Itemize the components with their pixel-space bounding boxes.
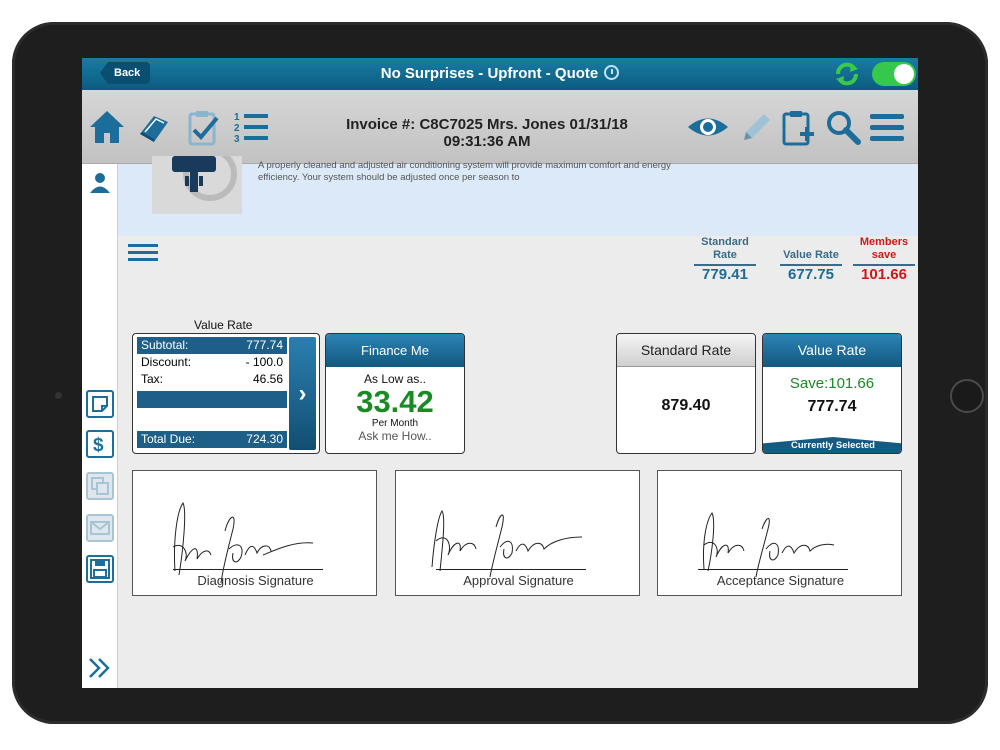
numbered-list-icon[interactable]: 1 2 3 — [232, 108, 270, 146]
left-sidebar: $ — [82, 164, 118, 688]
members-save-label: Members save — [853, 236, 915, 266]
eye-icon[interactable] — [686, 108, 730, 146]
discount-value: - 100.0 — [245, 355, 283, 369]
copy-button[interactable] — [86, 472, 114, 500]
chevron-right-icon[interactable]: › — [289, 337, 316, 450]
approval-signature-caption: Approval Signature — [463, 573, 574, 588]
home-icon[interactable] — [88, 108, 126, 146]
app-screen: Back No Surprises - Upfront - Quote 1 2 … — [82, 58, 918, 688]
blank-row-bar — [137, 391, 287, 408]
book-icon[interactable] — [134, 108, 172, 146]
acceptance-signature-box[interactable]: Acceptance Signature — [657, 470, 902, 596]
finance-per-month: Per Month — [371, 418, 419, 429]
standard-rate-card[interactable]: Standard Rate 879.40 — [616, 333, 756, 454]
online-toggle[interactable] — [872, 62, 916, 86]
currently-selected-badge: Currently Selected — [763, 437, 901, 453]
value-rate-caption: Value Rate — [194, 318, 253, 332]
value-rate-card[interactable]: Value Rate Save:101.66 777.74 Currently … — [762, 333, 902, 454]
quote-content: A properly cleaned and adjusted air cond… — [118, 156, 918, 688]
title-bar: Back No Surprises - Upfront - Quote — [82, 58, 918, 90]
discount-label: Discount: — [141, 355, 192, 369]
line-items-menu-icon[interactable] — [128, 242, 158, 262]
signature-line — [436, 569, 586, 570]
expand-chevrons-icon[interactable] — [86, 656, 114, 680]
total-due-label: Total Due: — [141, 432, 196, 446]
value-rate-label: Value Rate — [780, 249, 842, 266]
svg-text:3: 3 — [234, 134, 240, 145]
pricing-button[interactable]: $ — [86, 430, 114, 458]
standard-rate-header: Standard Rate — [617, 334, 755, 367]
invoice-info: Invoice #: C8C7025 Mrs. Jones 01/31/18 0… — [312, 116, 662, 150]
value-rate-summary: Value Rate 677.75 — [780, 249, 842, 284]
signature-line — [698, 569, 848, 570]
invoice-line-2: 09:31:36 AM — [443, 133, 531, 150]
total-due-row: Total Due: 724.30 — [137, 431, 287, 448]
clipboard-check-icon[interactable] — [184, 108, 222, 146]
sync-icon[interactable] — [834, 62, 860, 86]
finance-me-card[interactable]: Finance Me As Low as.. 33.42 Per Month A… — [325, 333, 465, 454]
diagnosis-signature-caption: Diagnosis Signature — [197, 573, 314, 588]
svg-text:1: 1 — [234, 112, 240, 123]
note-button[interactable] — [86, 390, 114, 418]
clipboard-add-icon[interactable] — [780, 108, 818, 146]
tax-value: 46.56 — [252, 372, 283, 386]
envelope-icon — [90, 521, 110, 535]
hamburger-menu-icon[interactable] — [868, 108, 906, 146]
approval-signature-box[interactable]: Approval Signature — [395, 470, 640, 596]
ac-unit-image — [152, 156, 242, 214]
subtotal-row: Subtotal: 777.74 — [137, 337, 287, 354]
acceptance-signature-caption: Acceptance Signature — [716, 573, 845, 588]
subtotal-label: Subtotal: — [141, 338, 189, 352]
service-banner: A properly cleaned and adjusted air cond… — [118, 156, 918, 236]
value-rate-total: 777.74 — [807, 398, 857, 415]
tax-label: Tax: — [141, 372, 164, 386]
finance-header: Finance Me — [326, 334, 464, 367]
svg-text:$: $ — [93, 435, 104, 456]
toolbar: 1 2 3 Invoice #: C8C7025 Mrs. Jones 01/3… — [82, 90, 918, 164]
value-rate-header: Value Rate — [763, 334, 901, 367]
value-rate-savings: Save:101.66 — [789, 375, 875, 392]
members-save-summary: Members save 101.66 — [853, 236, 915, 284]
diagnosis-signature-box[interactable]: Diagnosis Signature — [132, 470, 377, 596]
user-icon[interactable] — [88, 170, 112, 194]
standard-rate-label: Standard Rate — [694, 236, 756, 266]
service-description: A properly cleaned and adjusted air cond… — [258, 160, 671, 183]
signature-line — [173, 569, 323, 570]
discount-row: Discount: - 100.0 — [137, 354, 287, 371]
floppy-disk-icon — [90, 559, 110, 579]
page-title-text: No Surprises - Upfront - Quote — [380, 65, 599, 82]
pencil-icon[interactable] — [736, 108, 774, 146]
finance-ask: Ask me How.. — [358, 429, 432, 443]
subtotal-value: 777.74 — [246, 338, 283, 352]
copy-icon — [91, 477, 109, 495]
finance-amount: 33.42 — [356, 384, 434, 419]
svg-text:2: 2 — [234, 123, 240, 134]
standard-rate-total: 879.40 — [661, 397, 711, 414]
standard-rate-summary: Standard Rate 779.41 — [694, 236, 756, 284]
tax-row: Tax: 46.56 — [137, 371, 287, 388]
page-title: No Surprises - Upfront - Quote — [82, 58, 918, 90]
camera — [55, 392, 62, 399]
clock-icon[interactable] — [604, 65, 620, 80]
invoice-line-1: Invoice #: C8C7025 Mrs. Jones 01/31/18 — [346, 116, 628, 133]
value-rate-breakdown: Subtotal: 777.74 Discount: - 100.0 Tax: … — [132, 333, 320, 454]
standard-rate-value: 779.41 — [702, 266, 748, 283]
dollar-icon: $ — [93, 435, 104, 456]
home-hardware-button[interactable] — [950, 379, 984, 413]
save-button[interactable] — [86, 555, 114, 583]
total-due-value: 724.30 — [246, 432, 283, 446]
members-save-value: 101.66 — [861, 266, 907, 283]
search-icon[interactable] — [824, 108, 862, 146]
toggle-knob — [894, 64, 914, 84]
value-rate-value: 677.75 — [788, 266, 834, 283]
note-icon — [92, 396, 108, 412]
email-button[interactable] — [86, 514, 114, 542]
